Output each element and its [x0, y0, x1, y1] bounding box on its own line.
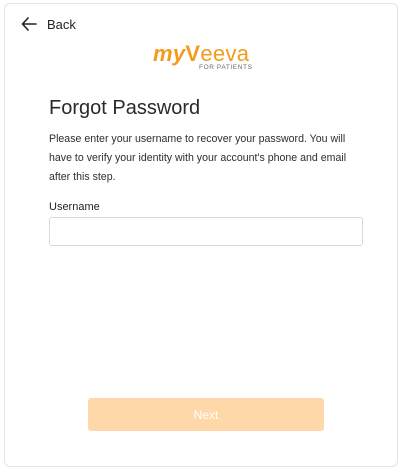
instructions-text: Please enter your username to recover yo…: [49, 133, 347, 183]
forgot-password-card: Back myVeeva FOR PATIENTS Forgot Passwor…: [4, 3, 398, 467]
page-title: Forgot Password: [49, 97, 201, 119]
logo-my: my: [153, 41, 186, 66]
myveeva-logo: myVeeva FOR PATIENTS: [153, 42, 257, 74]
back-label: Back: [47, 16, 76, 32]
next-button[interactable]: Next: [88, 398, 324, 431]
username-input[interactable]: [49, 217, 363, 246]
logo-v: V: [185, 41, 201, 66]
arrow-left-icon: [21, 17, 37, 31]
username-label: Username: [49, 201, 100, 213]
logo-eeva: eeva: [200, 41, 250, 66]
logo-subtitle: FOR PATIENTS: [199, 64, 253, 71]
back-button[interactable]: Back: [21, 13, 76, 35]
logo-wordmark: myVeeva: [153, 42, 249, 66]
